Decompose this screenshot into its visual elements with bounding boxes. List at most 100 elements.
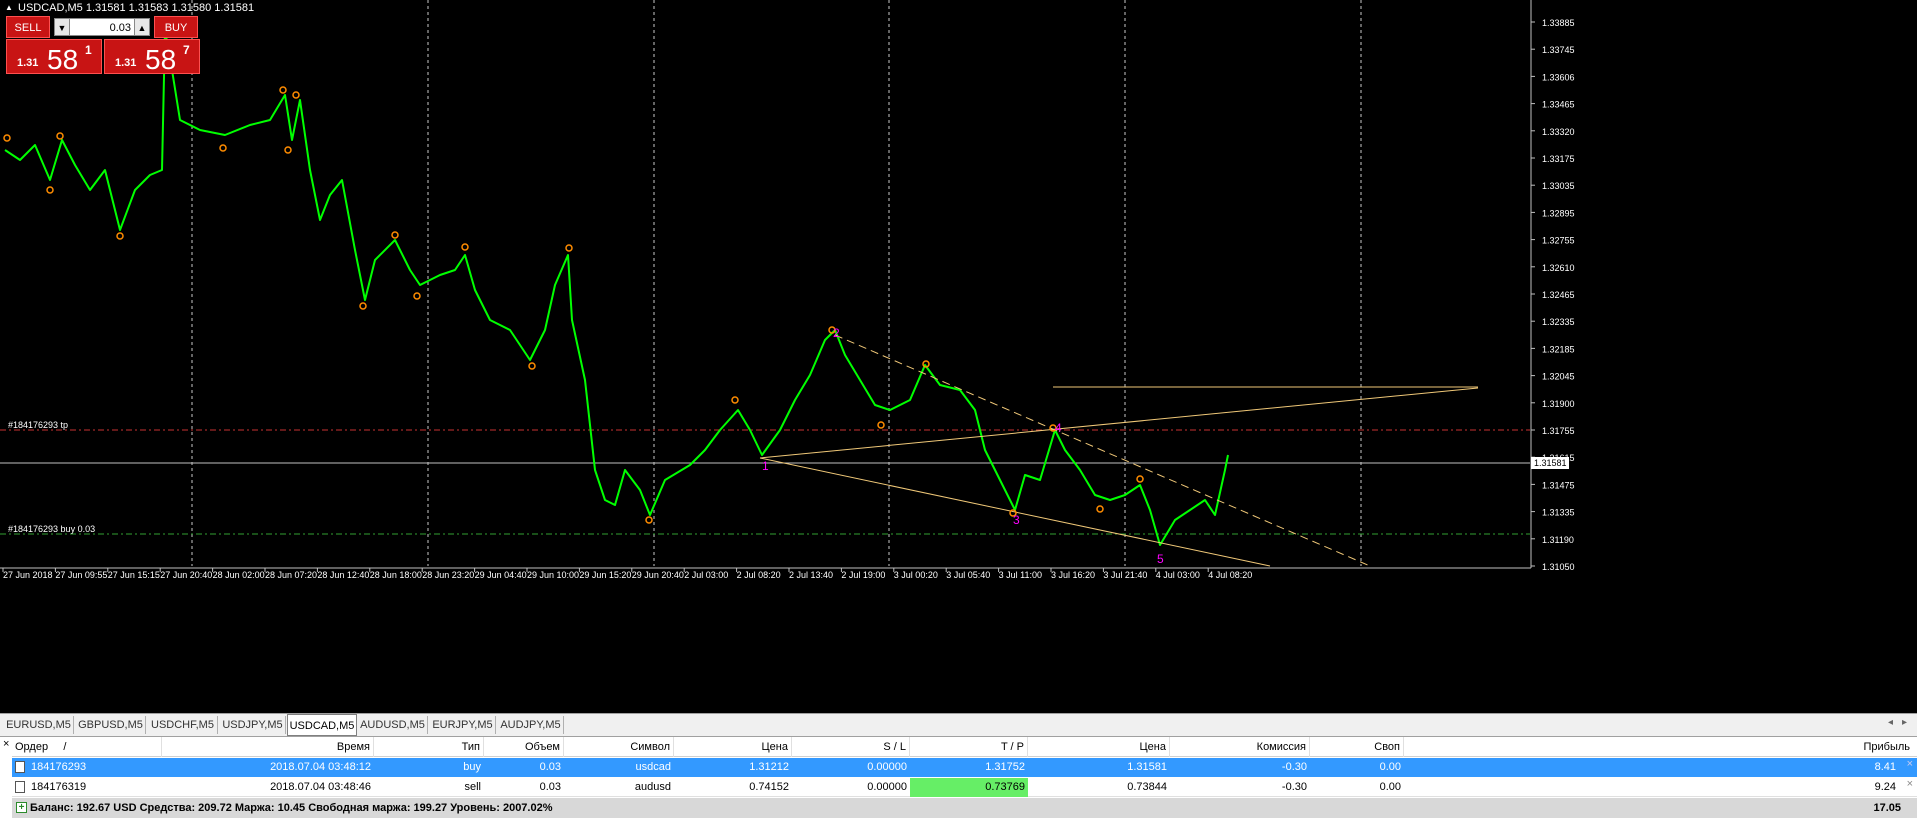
header-symbol[interactable]: Символ xyxy=(564,737,674,757)
close-order-icon[interactable]: × xyxy=(1907,758,1913,770)
cell-cur-price: 0.73844 xyxy=(1127,781,1167,793)
sell-price-button[interactable]: 1.31 58 1 xyxy=(6,39,102,75)
wave-label: 1 xyxy=(762,459,769,473)
wave-label: 3 xyxy=(1013,513,1020,527)
tab-eurjpy[interactable]: EURJPY,M5 xyxy=(430,716,496,734)
time-tick-label: 2 Jul 13:40 xyxy=(789,570,833,580)
tab-usdchf[interactable]: USDCHF,M5 xyxy=(148,716,218,734)
cell-order: 184176319 xyxy=(31,781,87,793)
balance-text: Баланс: 192.67 USD Средства: 209.72 Марж… xyxy=(30,802,553,814)
mt4-window: 1.33885 1.33745 1.33606 1.33465 1.33320 1.331… xyxy=(0,0,1917,831)
header-volume[interactable]: Объем xyxy=(484,737,564,757)
tab-gbpusd[interactable]: GBPUSD,M5 xyxy=(76,716,146,734)
fractal-marker xyxy=(1096,505,1104,513)
fractal-marker xyxy=(528,362,536,370)
fractal-marker xyxy=(46,186,54,194)
order-row[interactable]: 184176293 2018.07.04 03:48:12 buy 0.03 u… xyxy=(12,758,1917,777)
time-tick-label: 28 Jun 07:20 xyxy=(265,570,317,580)
header-tp[interactable]: T / P xyxy=(910,737,1028,757)
price-tick-label: 1.33320 xyxy=(1542,127,1575,137)
price-tick-label: 1.32045 xyxy=(1542,372,1575,382)
upper-channel-trendline xyxy=(759,387,1479,459)
header-time[interactable]: Время xyxy=(162,737,374,757)
buy-button[interactable]: BUY xyxy=(154,16,198,38)
cell-volume: 0.03 xyxy=(539,781,561,793)
header-sl[interactable]: S / L xyxy=(792,737,910,757)
tabs-scroll-right-icon[interactable]: ▸ xyxy=(1902,717,1907,728)
time-tick-label: 29 Jun 15:20 xyxy=(579,570,631,580)
time-tick-label: 28 Jun 02:00 xyxy=(213,570,265,580)
time-tick-label: 2 Jul 08:20 xyxy=(737,570,781,580)
time-tick-label: 2 Jul 19:00 xyxy=(841,570,885,580)
sell-price-big: 58 xyxy=(47,44,79,75)
volume-up-icon[interactable]: ▲ xyxy=(134,18,150,36)
fractal-marker xyxy=(219,144,227,152)
price-tick-label: 1.33465 xyxy=(1542,100,1575,110)
header-commission[interactable]: Комиссия xyxy=(1170,737,1310,757)
chart-title: USDCAD,M5 1.31581 1.31583 1.31580 1.3158… xyxy=(18,2,255,14)
price-tick-label: 1.31050 xyxy=(1542,562,1575,572)
fractal-marker xyxy=(1136,475,1144,483)
price-tick-label: 1.31900 xyxy=(1542,399,1575,409)
close-order-icon[interactable]: × xyxy=(1907,778,1913,790)
fractal-marker xyxy=(284,146,292,154)
price-tick-label: 1.33745 xyxy=(1542,45,1575,55)
time-tick-label: 3 Jul 05:40 xyxy=(946,570,990,580)
price-tick-label: 1.31475 xyxy=(1542,480,1575,490)
time-tick-label: 3 Jul 11:00 xyxy=(999,570,1042,580)
header-order[interactable]: Ордер / xyxy=(12,737,162,757)
chart-menu-icon[interactable]: ▲ xyxy=(5,3,13,12)
cell-commission: -0.30 xyxy=(1281,761,1307,773)
tab-audusd[interactable]: AUDUSD,M5 xyxy=(358,716,428,734)
tab-usdjpy[interactable]: USDJPY,M5 xyxy=(220,716,286,734)
price-tick-label: 1.32895 xyxy=(1542,208,1575,218)
fractal-marker xyxy=(391,231,399,239)
sell-button[interactable]: SELL xyxy=(6,16,50,38)
sell-price-sup: 1 xyxy=(85,43,92,57)
tab-audjpy[interactable]: AUDJPY,M5 xyxy=(498,716,564,734)
price-tick-label: 1.32335 xyxy=(1542,317,1575,327)
close-terminal-icon[interactable]: × xyxy=(3,738,9,750)
time-tick-label: 28 Jun 18:00 xyxy=(370,570,422,580)
tabs-scroll-left-icon[interactable]: ◂ xyxy=(1888,717,1893,728)
cell-sl: 0.00000 xyxy=(867,761,907,773)
cell-profit: 8.41 xyxy=(1874,761,1896,773)
time-tick-label: 29 Jun 10:00 xyxy=(527,570,579,580)
sell-price-prefix: 1.31 xyxy=(17,57,39,69)
header-profit[interactable]: Прибыль xyxy=(1404,737,1913,757)
header-price[interactable]: Цена xyxy=(674,737,792,757)
cell-volume: 0.03 xyxy=(539,761,561,773)
chart-canvas[interactable]: 1.33885 1.33745 1.33606 1.33465 1.33320 1.331… xyxy=(0,0,1917,713)
sort-indicator: / xyxy=(63,741,67,753)
fractal-marker xyxy=(731,396,739,404)
wave-label: 5 xyxy=(1157,552,1164,566)
cell-time: 2018.07.04 03:48:12 xyxy=(270,761,371,773)
cell-sl: 0.00000 xyxy=(867,781,907,793)
time-tick-label: 3 Jul 16:20 xyxy=(1051,570,1095,580)
time-tick-label: 27 Jun 15:15 xyxy=(108,570,160,580)
cell-commission: -0.30 xyxy=(1281,781,1307,793)
buy-line-label: #184176293 buy 0.03 xyxy=(8,524,95,534)
header-swap[interactable]: Своп xyxy=(1310,737,1404,757)
time-tick-label: 29 Jun 04:40 xyxy=(475,570,527,580)
header-type[interactable]: Тип xyxy=(374,737,484,757)
fractal-marker xyxy=(56,132,64,140)
cell-symbol: audusd xyxy=(634,781,671,793)
volume-input[interactable]: 0.03 xyxy=(70,18,134,36)
cell-symbol: usdcad xyxy=(635,761,671,773)
header-cur-price[interactable]: Цена xyxy=(1028,737,1170,757)
cell-tp: 1.31752 xyxy=(985,761,1025,773)
buy-price-button[interactable]: 1.31 58 7 xyxy=(104,39,200,75)
order-doc-icon xyxy=(15,781,25,793)
buy-price-big: 58 xyxy=(145,44,177,75)
resistance-dashed-trendline xyxy=(834,334,1371,567)
order-row[interactable]: 184176319 2018.07.04 03:48:46 sell 0.03 … xyxy=(12,778,1917,797)
tab-usdcad[interactable]: USDCAD,M5 xyxy=(287,714,357,736)
balance-row: + Баланс: 192.67 USD Средства: 209.72 Ма… xyxy=(12,798,1917,818)
volume-down-icon[interactable]: ▼ xyxy=(54,18,70,36)
price-chart[interactable]: 1.33885 1.33745 1.33606 1.33465 1.33320 1.331… xyxy=(0,0,1917,713)
buy-price-sup: 7 xyxy=(183,43,190,57)
fractal-marker xyxy=(279,86,287,94)
tab-eurusd[interactable]: EURUSD,M5 xyxy=(4,716,74,734)
time-tick-label: 28 Jun 12:40 xyxy=(317,570,369,580)
